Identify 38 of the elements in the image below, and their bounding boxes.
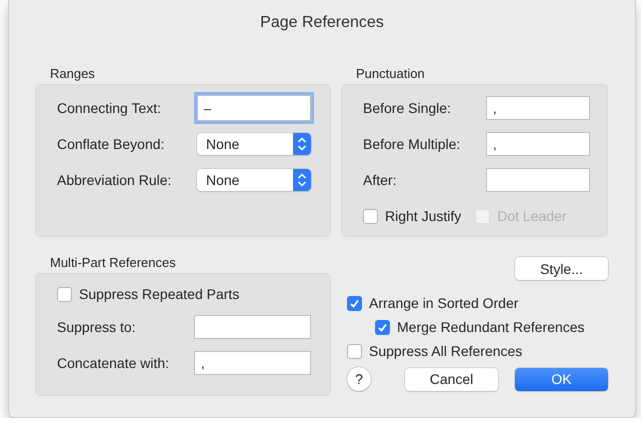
popup-menu[interactable]: None [197,133,311,155]
field-label: Suppress to: [57,319,137,335]
checkbox[interactable] [347,344,362,358]
group-title: Ranges [50,66,95,81]
stepper-icon [293,133,311,155]
field-label: Abbreviation Rule: [57,172,172,188]
checkbox-label: Arrange in Sorted Order [369,295,518,311]
field-label: Concatenate with: [57,355,170,371]
text-field[interactable]: , [194,351,311,375]
checkmark-icon [349,298,360,308]
checkbox[interactable] [57,286,72,302]
cancel-button[interactable]: Cancel [405,368,498,390]
checkbox[interactable] [347,296,362,310]
text-field[interactable]: , [486,132,590,156]
help-button[interactable]: ? [347,367,371,391]
style-button[interactable]: Style... [515,257,608,280]
text-field[interactable] [194,315,311,339]
checkmark-icon [377,322,388,332]
ok-button[interactable]: OK [515,368,608,390]
field-label: Conflate Beyond: [57,136,166,152]
field-label: Before Single: [363,100,452,116]
checkbox[interactable] [375,320,390,334]
checkbox[interactable] [363,208,378,224]
text-field[interactable]: – [197,95,311,121]
checkbox-label: Right Justify [385,208,462,224]
field-label: Connecting Text: [57,100,162,116]
group-title: Multi-Part References [50,255,176,270]
checkbox-label: Suppress All References [369,343,522,359]
window-title: Page References [260,14,384,32]
checkbox-label: Suppress Repeated Parts [79,286,240,302]
text-field[interactable]: , [486,96,590,120]
field-label: Before Multiple: [363,136,462,152]
popup-menu[interactable]: None [197,169,311,191]
stepper-icon [293,169,311,191]
field-label: After: [363,172,398,188]
group-title: Punctuation [356,66,425,81]
checkbox-label: Merge Redundant References [397,319,585,335]
text-field[interactable] [486,168,590,192]
